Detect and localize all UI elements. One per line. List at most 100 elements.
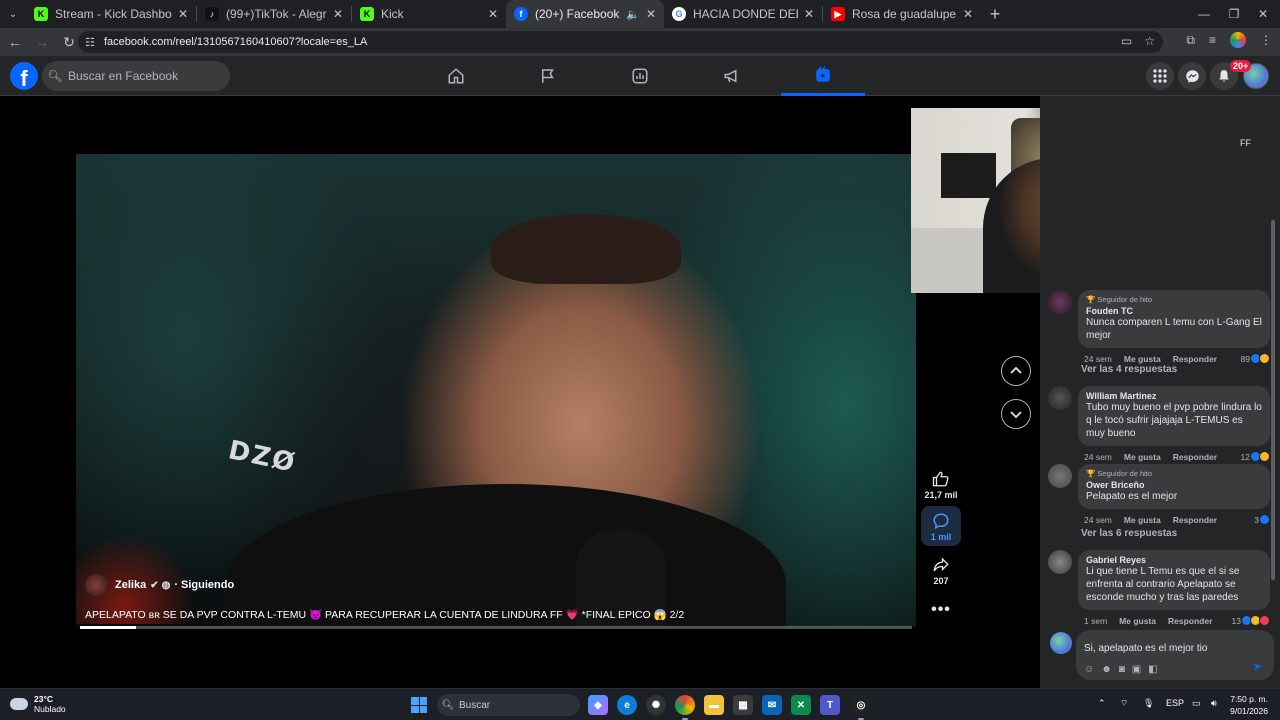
menu-dots-icon[interactable]: ⋮	[1260, 33, 1272, 47]
like-comment-link[interactable]: Me gusta	[1124, 452, 1161, 462]
search-input[interactable]	[68, 69, 218, 83]
messenger-button[interactable]	[1178, 62, 1206, 90]
comments-scrollbar[interactable]	[1270, 100, 1276, 590]
language-indicator[interactable]: ESP	[1166, 698, 1184, 708]
tab-kick-dashboard[interactable]: K Stream - Kick Dashboard ✕	[26, 0, 196, 28]
emoji-icon[interactable]: ☻	[1101, 664, 1112, 675]
nav-ads[interactable]	[690, 56, 774, 96]
commenter-avatar[interactable]	[1048, 290, 1072, 314]
url-bar[interactable]: ☷ facebook.com/reel/1310567160410607?loc…	[78, 31, 1163, 53]
file-explorer-icon[interactable]: ▬	[704, 695, 724, 715]
reply-link[interactable]: Responder	[1173, 515, 1217, 525]
close-tab-icon[interactable]: ✕	[804, 7, 814, 21]
share-button[interactable]: 207	[921, 554, 961, 586]
reply-link[interactable]: Responder	[1173, 452, 1217, 462]
bookmark-star-icon[interactable]: ☆	[1144, 34, 1155, 48]
obs-icon[interactable]: ◎	[851, 695, 871, 720]
wifi-icon[interactable]: ⌔	[1120, 698, 1128, 709]
show-hidden-icons[interactable]: ⌃	[1098, 698, 1106, 709]
tab-tiktok[interactable]: ♪ (99+)TikTok - Alegra tu día ✕	[197, 0, 351, 28]
comment-time[interactable]: 24 sem	[1084, 452, 1112, 462]
author-name[interactable]: Zelika	[115, 579, 146, 591]
close-tab-icon[interactable]: ✕	[178, 7, 188, 21]
video-progress-bar[interactable]	[80, 626, 912, 629]
reaction-summary[interactable]: 89	[1241, 353, 1270, 364]
copilot-icon[interactable]: ◆	[588, 695, 608, 715]
start-button[interactable]	[411, 697, 427, 713]
close-window-button[interactable]: ✕	[1246, 0, 1280, 28]
microphone-icon[interactable]: 🎙︎	[1143, 698, 1154, 709]
edge-icon[interactable]: e	[617, 695, 637, 715]
chrome-icon[interactable]	[675, 695, 695, 720]
tab-facebook[interactable]: f (20+) Facebook 🔈 ✕	[506, 0, 664, 28]
send-icon[interactable]: ➤	[1253, 660, 1262, 673]
minimize-button[interactable]: —	[1187, 0, 1221, 28]
facebook-search[interactable]: 🔍︎	[42, 61, 230, 91]
reaction-summary[interactable]: 13	[1232, 615, 1270, 626]
tab-google[interactable]: G HACIA DONDE DEBE DE NADA ✕	[664, 0, 822, 28]
speaker-icon[interactable]: 🔈	[626, 8, 640, 21]
comment-time[interactable]: 24 sem	[1084, 515, 1112, 525]
reply-link[interactable]: Responder	[1168, 616, 1212, 626]
network-icon[interactable]: ▭	[1192, 698, 1201, 709]
like-comment-link[interactable]: Me gusta	[1119, 616, 1156, 626]
reel-video[interactable]: DZØ	[76, 154, 916, 627]
commenter-avatar[interactable]	[1048, 550, 1072, 574]
weather-widget[interactable]: 23°C Nublado	[10, 694, 66, 714]
profile-avatar[interactable]	[1230, 32, 1246, 48]
commenter-name[interactable]: William Martinez	[1086, 391, 1262, 401]
commenter-name[interactable]: Gabriel Reyes	[1086, 555, 1262, 565]
like-button[interactable]: 21,7 mil	[921, 468, 961, 500]
close-tab-icon[interactable]: ✕	[646, 7, 656, 21]
next-reel-button[interactable]	[1001, 399, 1031, 429]
view-replies-link[interactable]: Ver las 6 respuestas	[1081, 528, 1177, 539]
sticker-icon[interactable]: ◧	[1148, 664, 1157, 675]
following-label[interactable]: · Siguiendo	[174, 579, 234, 591]
like-comment-link[interactable]: Me gusta	[1124, 515, 1161, 525]
store-icon[interactable]: ▦	[733, 695, 753, 715]
facebook-logo[interactable]: f	[10, 62, 38, 90]
nav-home[interactable]	[414, 56, 498, 96]
author-avatar[interactable]	[85, 574, 107, 596]
new-tab-button[interactable]: +	[981, 0, 1009, 28]
forward-button[interactable]: →	[30, 30, 54, 54]
commenter-name[interactable]: Ower Briceño	[1086, 480, 1262, 490]
comment-button[interactable]: 1 mil	[921, 506, 961, 546]
like-comment-link[interactable]: Me gusta	[1124, 354, 1161, 364]
avatar-sticker-icon[interactable]: ☺	[1084, 664, 1094, 675]
teams-icon[interactable]: T	[820, 695, 840, 715]
menu-grid-button[interactable]	[1146, 62, 1174, 90]
reply-link[interactable]: Responder	[1173, 354, 1217, 364]
commenter-avatar[interactable]	[1048, 464, 1072, 488]
nav-pages[interactable]	[506, 56, 590, 96]
close-tab-icon[interactable]: ✕	[333, 7, 343, 21]
system-clock[interactable]: 7:50 p. m. 9/01/2026	[1230, 693, 1268, 717]
commenter-avatar[interactable]	[1048, 386, 1072, 410]
taskbar-search[interactable]: 🔍︎ Buscar	[437, 694, 580, 716]
tab-youtube[interactable]: ▶ Rosa de guadalupe - YouTube ✕	[823, 0, 981, 28]
comment-input[interactable]	[1084, 643, 1264, 654]
xbox-icon[interactable]: ✕	[791, 695, 811, 715]
scrollbar-thumb[interactable]	[1271, 220, 1275, 580]
volume-icon[interactable]: 🔊︎	[1211, 698, 1217, 709]
tab-search-icon[interactable]: ⌄	[0, 0, 26, 28]
close-tab-icon[interactable]: ✕	[963, 7, 973, 21]
gif-icon[interactable]: ▣	[1132, 664, 1141, 675]
media-controls-icon[interactable]: ≡	[1209, 33, 1216, 47]
back-button[interactable]: ←	[3, 30, 27, 54]
close-tab-icon[interactable]: ✕	[488, 7, 498, 21]
nav-reels[interactable]	[781, 56, 865, 96]
extensions-icon[interactable]: ⧉	[1186, 33, 1195, 48]
more-options-button[interactable]: •••	[921, 599, 961, 621]
cast-icon[interactable]: ▭	[1121, 34, 1132, 48]
comment-time[interactable]: 1 sem	[1084, 616, 1107, 626]
camera-icon[interactable]: ◙	[1119, 664, 1125, 675]
previous-reel-button[interactable]	[1001, 356, 1031, 386]
site-info-icon[interactable]: ☷	[78, 36, 102, 49]
commenter-name[interactable]: Fouden TC	[1086, 306, 1262, 316]
comment-time[interactable]: 24 sem	[1084, 354, 1112, 364]
chatgpt-icon[interactable]: ✺	[646, 695, 666, 715]
nav-dashboard[interactable]	[598, 56, 682, 96]
tab-kick[interactable]: K Kick ✕	[352, 0, 506, 28]
reaction-summary[interactable]: 12	[1241, 451, 1270, 462]
